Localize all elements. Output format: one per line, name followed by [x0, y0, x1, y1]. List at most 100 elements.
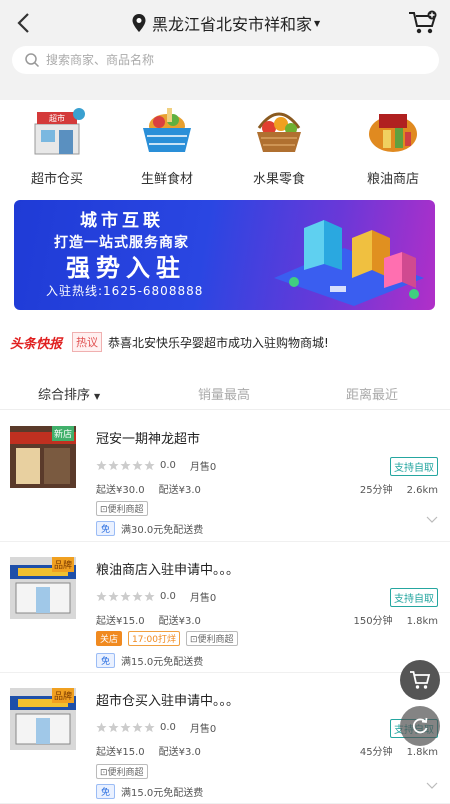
category-grid: 超市 超市仓买 生鲜食材 水果零食 粮油商店: [0, 102, 450, 192]
category-label: 粮油商店: [366, 172, 419, 187]
brand-badge: 品牌: [52, 688, 75, 703]
star-icon: [132, 722, 143, 733]
category-tag: ⊡便利商超: [96, 501, 148, 516]
promo-row: 免 满15.0元免配送费: [96, 784, 203, 799]
delivery-time: 45分钟: [359, 747, 393, 758]
search-icon: [25, 53, 40, 68]
rating-row: 0.0 月售0: [96, 458, 216, 473]
promo-text: 满30.0元免配送费: [121, 525, 204, 536]
city-illustration-icon: [274, 220, 424, 306]
tag-text: 便利商超: [107, 505, 144, 515]
sort-comprehensive[interactable]: 综合排序 ▼: [38, 384, 100, 403]
time-distance: 25分钟 2.6km: [360, 481, 438, 496]
promo-text: 满15.0元免配送费: [121, 788, 204, 799]
min-order: 起送¥15.0: [96, 616, 145, 627]
time-distance: 150分钟 1.8km: [353, 612, 438, 627]
closing-time-tag: 17:00打烊: [128, 631, 180, 646]
min-order: 起送¥15.0: [96, 747, 145, 758]
free-delivery-tag: 免: [96, 521, 116, 536]
caret-down-icon: ▼: [94, 392, 101, 401]
star-icon: [108, 722, 119, 733]
shop-item[interactable]: 品牌 超市仓买入驻申请中。。。 0.0 月售0 支持自取 起送¥15.0配送¥3…: [0, 674, 450, 804]
star-icon: [132, 460, 143, 471]
sort-label: 综合排序: [38, 388, 91, 403]
sort-distance[interactable]: 距离最近: [346, 384, 398, 403]
promo-row: 免 满30.0元免配送费: [96, 521, 203, 536]
category-fruit[interactable]: 水果零食: [234, 102, 324, 188]
star-icon: [144, 591, 155, 602]
back-icon[interactable]: [14, 8, 38, 38]
shop-item[interactable]: 品牌 粮油商店入驻申请中。。。 0.0 月售0 支持自取 起送¥15.0 配送¥3…: [0, 543, 450, 673]
shop-name: 超市仓买入驻申请中。。。: [96, 694, 240, 709]
fee-row: 起送¥30.0 配送¥3.0: [96, 481, 201, 496]
refresh-button[interactable]: [400, 706, 440, 746]
fresh-basket-icon: [143, 108, 191, 152]
star-icon: [96, 722, 107, 733]
fee-row: 起送¥15.0 配送¥3.0: [96, 612, 201, 627]
location-selector[interactable]: 黑龙江省北安市祥和家 ▼: [132, 10, 320, 36]
location-pin-icon: [132, 14, 146, 32]
promo-banner[interactable]: 城市互联 打造一站式服务商家 强势入驻 入驻热线:1625-6808888: [14, 200, 435, 310]
star-icon: [120, 591, 131, 602]
free-delivery-tag: 免: [96, 653, 116, 668]
category-tag: ⊡便利商超: [185, 631, 238, 646]
category-label: 水果零食: [252, 172, 305, 187]
time-distance: 45分钟 1.8km: [360, 743, 438, 758]
sort-label: 距离最近: [346, 388, 399, 403]
promo-row: 免 满15.0元免配送费: [96, 653, 203, 668]
star-icon: [132, 591, 143, 602]
chevron-down-icon[interactable]: [426, 782, 438, 790]
distance: 1.8km: [406, 616, 438, 627]
monthly-sales: 月售0: [189, 724, 217, 735]
svg-text:超市: 超市: [49, 113, 65, 123]
news-text: 恭喜北安快乐孕婴超市成功入驻购物商城!: [108, 335, 329, 350]
distance: 1.8km: [406, 747, 438, 758]
self-pickup-badge: 支持自取: [390, 457, 438, 476]
news-tag: 热议: [72, 332, 103, 352]
floating-cart-button[interactable]: [400, 660, 440, 700]
search-bar[interactable]: [12, 46, 439, 74]
star-icon: [96, 460, 107, 471]
chevron-down-icon[interactable]: [426, 516, 438, 524]
promo-text: 满15.0元免配送费: [121, 657, 204, 668]
cart-icon[interactable]: [408, 10, 438, 36]
star-icon: [120, 460, 131, 471]
shop-item[interactable]: 新店 冠安一期神龙超市 0.0 月售0 支持自取 起送¥30.0 配送¥3.0 2…: [0, 412, 450, 542]
category-supermarket[interactable]: 超市 超市仓买: [12, 102, 102, 188]
tag-row: 关店 17:00打烊 ⊡便利商超: [96, 631, 244, 646]
sort-sales[interactable]: 销量最高: [198, 384, 250, 403]
shop-name: 粮油商店入驻申请中。。。: [96, 563, 240, 578]
category-label: 超市仓买: [30, 172, 83, 187]
sort-bar: 综合排序 ▼ 销量最高 距离最近: [0, 374, 450, 410]
category-tag: ⊡便利商超: [96, 764, 148, 779]
rating-row: 0.0 月售0: [96, 589, 216, 604]
refresh-icon: [412, 717, 428, 734]
star-icon: [120, 722, 131, 733]
banner-title: 城市互联: [80, 211, 164, 231]
new-store-badge: 新店: [52, 426, 75, 441]
star-icon: [144, 722, 155, 733]
search-input[interactable]: [46, 53, 406, 67]
tag-text: 便利商超: [107, 768, 144, 778]
free-delivery-tag: 免: [96, 784, 116, 799]
category-fresh[interactable]: 生鲜食材: [122, 102, 212, 188]
banner-hotline: 入驻热线:1625-6808888: [46, 284, 204, 298]
news-logo: 头条快报: [10, 336, 63, 352]
news-ticker[interactable]: 头条快报 热议 恭喜北安快乐孕婴超市成功入驻购物商城!: [0, 330, 450, 354]
category-grain-oil[interactable]: 粮油商店: [348, 102, 438, 188]
grain-oil-store-icon: [369, 114, 417, 152]
closed-tag: 关店: [96, 631, 123, 646]
min-order: 起送¥30.0: [96, 485, 145, 496]
distance: 2.6km: [406, 485, 438, 496]
tag-prefix: ⊡: [100, 505, 108, 515]
delivery-fee: 配送¥3.0: [158, 747, 201, 758]
category-label: 生鲜食材: [140, 172, 193, 187]
star-icon: [96, 591, 107, 602]
delivery-time: 25分钟: [359, 485, 393, 496]
fruit-basket-icon: [257, 112, 301, 152]
tag-text: 便利商超: [197, 635, 234, 645]
tag-row: ⊡便利商超: [96, 501, 154, 516]
rating-row: 0.0 月售0: [96, 720, 216, 735]
chevron-down-icon: ▼: [314, 18, 321, 28]
star-icon: [108, 591, 119, 602]
